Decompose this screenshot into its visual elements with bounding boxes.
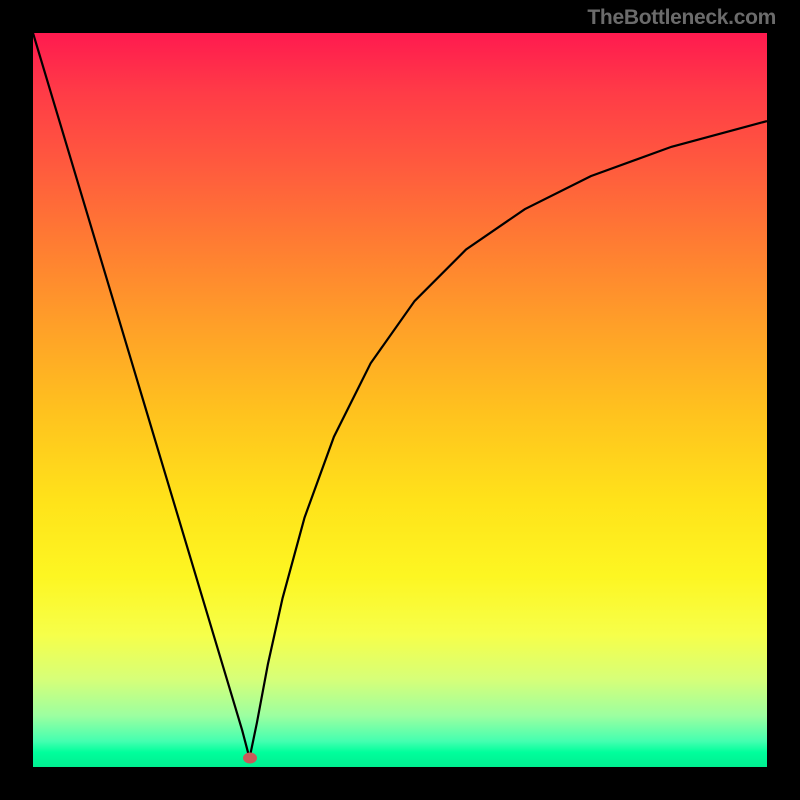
- curve-left-branch: [33, 33, 250, 758]
- curve-layer: [33, 33, 767, 767]
- curve-right-branch: [250, 121, 767, 758]
- watermark-text: TheBottleneck.com: [587, 6, 776, 30]
- minimum-marker: [243, 753, 257, 764]
- outer-frame: TheBottleneck.com: [0, 0, 800, 800]
